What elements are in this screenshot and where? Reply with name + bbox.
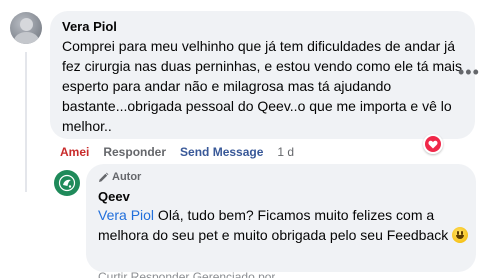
like-button[interactable]: Amei [60,145,89,159]
reply-author[interactable]: Qeev [98,189,130,204]
comment-author[interactable]: Vera Piol [62,19,117,34]
more-options-icon[interactable]: ••• [458,63,480,81]
reply-text: Vera Piol Olá, tudo bem? Ficamos muito f… [98,205,470,245]
avatar[interactable] [10,12,42,44]
qeev-avatar[interactable] [54,170,80,196]
mention-link[interactable]: Vera Piol [98,207,154,223]
grinning-face-icon [452,227,469,243]
avatar-head [20,18,33,31]
reply-actions-cut: Curtir Responder Gerenciado por [98,270,276,278]
heart-icon [425,136,441,152]
timestamp[interactable]: 1 d [277,145,294,159]
pen-icon [99,172,109,182]
avatar-body [14,32,39,44]
thread-line [25,52,27,192]
send-message-button[interactable]: Send Message [180,145,263,159]
comment-actions: Amei Responder Send Message 1 d [60,144,308,160]
comment-text: Comprei para meu velhinho que já tem dif… [62,38,463,134]
badge-label: Autor [112,171,142,183]
reaction-badge[interactable] [423,134,443,154]
reply-button[interactable]: Responder [103,145,166,159]
author-badge: Autor [98,171,141,183]
qeev-logo-icon [58,174,76,192]
